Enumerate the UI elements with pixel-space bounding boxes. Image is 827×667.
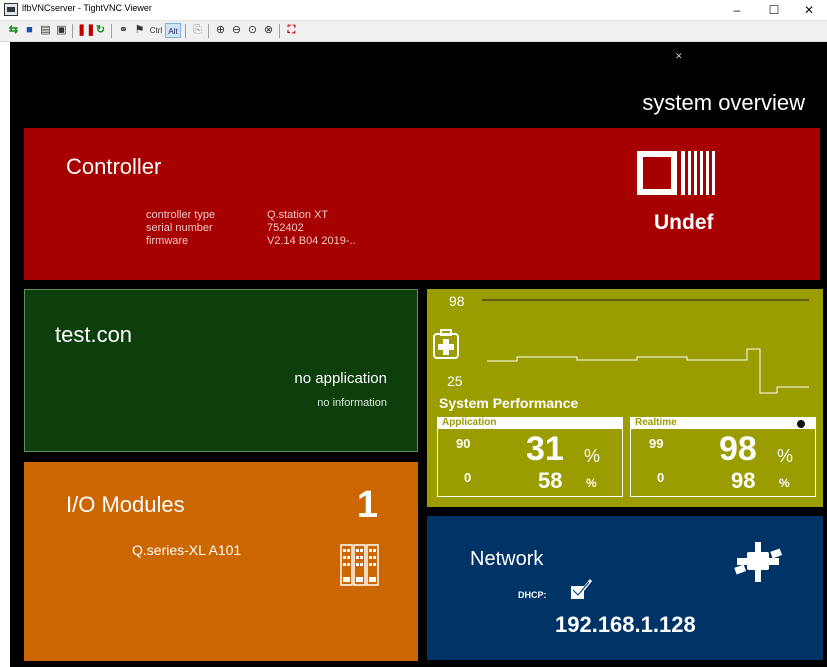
gauge-header: Realtime — [631, 417, 815, 429]
application-gauge: Application 90 0 31 % 58 % — [437, 417, 623, 497]
zoom-auto-icon[interactable]: ⊗ — [261, 23, 276, 38]
alt-key-button[interactable]: Alt — [165, 23, 181, 38]
ctrl-alt-del-icon[interactable]: ⚭ — [116, 23, 131, 38]
toolbar-separator — [111, 24, 112, 38]
toolbar-separator — [279, 24, 280, 38]
application-info: no information — [317, 397, 387, 409]
new-connection-icon[interactable]: ⇆ — [6, 23, 21, 38]
options-icon[interactable]: ▤ — [38, 23, 53, 38]
gauge-header: Application — [438, 417, 622, 429]
controller-status-icon — [637, 151, 715, 195]
clipboard-icon[interactable]: ⎘ — [190, 23, 205, 38]
application-min: 0 — [464, 470, 472, 485]
toolbar-separator — [208, 24, 209, 38]
realtime-indicator-icon — [797, 420, 805, 428]
io-count: 1 — [356, 484, 378, 526]
realtime-min: 0 — [657, 470, 665, 485]
application-value: 31 — [526, 430, 564, 468]
toolbar-separator — [72, 24, 73, 38]
remote-screen[interactable]: ✕ system overview Controller controller … — [10, 42, 827, 667]
ip-address: 192.168.1.128 — [555, 612, 696, 637]
performance-title: System Performance — [439, 395, 579, 411]
window-title: lfbVNCserver - TightVNC Viewer — [22, 3, 152, 13]
maximize-button[interactable]: ☐ — [756, 0, 792, 20]
info-icon[interactable]: ▣ — [54, 23, 69, 38]
io-module-name: Q.series-XL A101 — [132, 542, 242, 558]
io-title: I/O Modules — [66, 492, 185, 517]
application-tile[interactable]: test.con no application no information — [24, 289, 418, 452]
serial-number-label: serial number — [146, 222, 213, 234]
controller-type-label: controller type — [146, 209, 216, 221]
controller-type-value: Q.station XT — [267, 209, 329, 221]
network-tile[interactable]: Network DHCP: 192.168.1.128 — [427, 516, 823, 660]
zoom-100-icon[interactable]: ⊙ — [245, 23, 260, 38]
realtime-value: 98 — [719, 430, 757, 468]
minimize-button[interactable]: – — [719, 0, 755, 20]
io-module-icon — [340, 544, 379, 586]
performance-graph — [482, 299, 809, 394]
controller-values: Q.station XT 752402 V2.14 B04 2019-.. — [267, 209, 356, 248]
realtime-secondary-unit: % — [779, 476, 790, 490]
save-icon[interactable]: ■ — [22, 23, 37, 38]
controller-tile[interactable]: Controller controller type serial number… — [24, 128, 820, 280]
app-icon — [4, 3, 18, 16]
controller-title: Controller — [66, 154, 162, 179]
serial-number-value: 752402 — [267, 222, 304, 234]
dhcp-label: DHCP: — [518, 590, 547, 600]
application-gauge-label: Application — [442, 417, 497, 428]
firmware-label: firmware — [146, 235, 189, 247]
refresh-icon[interactable]: ↻ — [93, 23, 108, 38]
page-title: system overview — [642, 90, 805, 115]
application-title: test.con — [55, 322, 133, 347]
application-max: 90 — [456, 436, 471, 451]
controller-status: Undef — [654, 211, 714, 234]
zoom-in-icon[interactable]: ⊕ — [213, 23, 228, 38]
realtime-secondary-value: 98 — [731, 468, 756, 493]
firmware-value: V2.14 B04 2019-.. — [267, 235, 356, 247]
realtime-gauge: Realtime 99 0 98 % 98 % — [630, 417, 816, 497]
graph-max-label: 98 — [449, 293, 465, 309]
health-icon — [433, 329, 459, 359]
windows-key-icon[interactable]: ⚑ — [132, 23, 147, 38]
controller-labels: controller type serial number firmware — [146, 209, 215, 248]
application-secondary-value: 58 — [538, 468, 563, 493]
ctrl-key-button[interactable]: Ctrl — [148, 23, 164, 38]
network-title: Network — [470, 548, 544, 570]
zoom-out-icon[interactable]: ⊖ — [229, 23, 244, 38]
graph-min-label: 25 — [447, 373, 463, 389]
toolbar: ⇆ ■ ▤ ▣ ❚❚ ↻ ⚭ ⚑ Ctrl Alt ⎘ ⊕ ⊖ ⊙ ⊗ ⛶ — [0, 21, 827, 42]
application-state: no application — [294, 370, 387, 387]
realtime-unit: % — [777, 446, 794, 466]
dhcp-checkbox-icon — [571, 579, 592, 599]
remote-cursor-icon: ✕ — [675, 51, 683, 61]
pause-icon[interactable]: ❚❚ — [77, 23, 95, 38]
fullscreen-icon[interactable]: ⛶ — [284, 23, 299, 38]
realtime-max: 99 — [649, 436, 664, 451]
realtime-gauge-label: Realtime — [635, 417, 677, 428]
network-icon — [734, 542, 783, 582]
io-modules-tile[interactable]: I/O Modules 1 Q.series-XL A101 — [24, 462, 418, 661]
close-button[interactable]: ✕ — [791, 0, 827, 20]
system-performance-tile[interactable]: 98 25 System Performance Application 90 … — [427, 289, 823, 507]
application-secondary-unit: % — [586, 476, 597, 490]
application-unit: % — [584, 446, 601, 466]
toolbar-separator — [185, 24, 186, 38]
title-bar: lfbVNCserver - TightVNC Viewer – ☐ ✕ — [0, 0, 827, 21]
